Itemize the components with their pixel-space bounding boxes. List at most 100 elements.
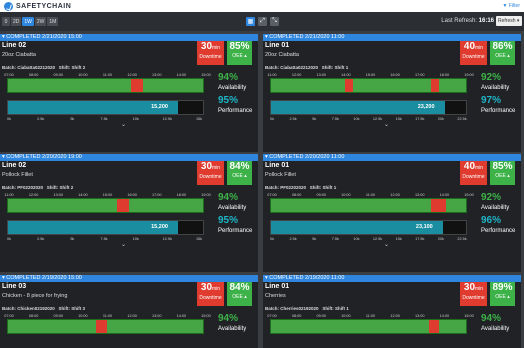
hour-tick: 14:00 xyxy=(78,193,88,197)
count-tick: 20k xyxy=(437,117,444,121)
chevron-down-icon[interactable]: ⌄ xyxy=(121,241,126,248)
card-status-bar: ▾ COMPLETED 2/19/2020 11:00 xyxy=(263,275,521,282)
downtime-segment[interactable] xyxy=(130,79,143,92)
range-button-1m[interactable]: 1M xyxy=(47,17,59,26)
card-status-bar: ▾ COMPLETED 2/21/2020 15:00 xyxy=(0,34,258,41)
count-tick: 0k xyxy=(6,117,12,121)
production-card[interactable]: ▾ COMPLETED 2/21/2020 11:00 Line 01 20oz C… xyxy=(263,34,521,152)
downtime-value: 30min xyxy=(197,282,224,295)
hour-tick: 13:00 xyxy=(151,73,162,77)
downtime-segment[interactable] xyxy=(430,199,447,212)
hour-tick: 10:00 xyxy=(78,314,88,318)
oee-tile[interactable]: 84% OEE ▴ xyxy=(227,282,252,306)
shift-name: Shift: Shift 1 xyxy=(309,185,337,190)
card-status: COMPLETED 2/21/2020 11:00 xyxy=(269,34,345,40)
availability-value: 92% xyxy=(481,192,502,203)
hour-tick: 09:00 xyxy=(53,314,64,318)
batch-id: Batch: Cherries02192020 xyxy=(265,306,319,311)
hour-tick: 10:00 xyxy=(341,193,351,197)
hour-tick: 11:00 xyxy=(102,314,113,318)
availability-label: Availability xyxy=(218,326,247,332)
range-button-2w[interactable]: 2W xyxy=(34,17,47,26)
batch-info: Batch: Chicken02192020 Shift: Shift 3 xyxy=(2,306,85,311)
downtime-tile[interactable]: 30min Downtime xyxy=(197,161,224,185)
hour-tick: 08:00 xyxy=(28,73,39,77)
count-tick: 12.5k xyxy=(162,237,172,241)
count-tick: 10k xyxy=(353,117,360,121)
production-card[interactable]: ▾ COMPLETED 2/19/2020 15:00 Line 03 Chicke… xyxy=(0,275,258,348)
count-tick: 17.5k xyxy=(415,117,425,121)
oee-tile[interactable]: 89% OEE ▴ xyxy=(490,282,515,306)
logo: SAFETYCHAIN xyxy=(4,1,71,11)
chevron-down-icon[interactable]: ⌄ xyxy=(384,241,389,248)
product-name: 20oz Ciabatta xyxy=(2,52,36,58)
fullscreen-icon[interactable]: ⤡ xyxy=(270,17,279,26)
downtime-unit: min xyxy=(475,45,484,51)
grid-view-icon[interactable]: ▦ xyxy=(246,17,255,26)
oee-value: 85% xyxy=(229,41,250,52)
downtime-number: 40 xyxy=(463,161,476,172)
count-tick: 5k xyxy=(70,117,75,121)
downtime-unit: min xyxy=(212,165,221,171)
downtime-number: 30 xyxy=(200,282,213,293)
performance-count: 15,200 xyxy=(151,224,168,230)
production-card[interactable]: ▾ COMPLETED 2/21/2020 15:00 Line 02 20oz C… xyxy=(0,34,258,152)
chevron-down-icon[interactable]: ⌄ xyxy=(384,121,389,128)
hour-tick: 18:00 xyxy=(439,73,450,77)
oee-tile[interactable]: 84% OEE ▴ xyxy=(227,161,252,185)
downtime-tile[interactable]: 30min Downtime xyxy=(460,282,487,306)
count-tick: 0k xyxy=(6,237,12,241)
performance-count: 23,200 xyxy=(417,104,435,110)
expand-icon[interactable]: ⤢ xyxy=(258,17,267,26)
range-button-0[interactable]: 0 xyxy=(2,17,10,26)
downtime-label: Downtime xyxy=(199,295,222,301)
count-tick: 5k xyxy=(312,117,317,121)
filter-label: Filter xyxy=(508,3,520,9)
range-button-2d[interactable]: 2D xyxy=(11,17,22,26)
oee-tile[interactable]: 86% OEE ▴ xyxy=(490,41,515,65)
performance-count: 15,200 xyxy=(151,104,168,110)
shift-name: Shift: Shift 3 xyxy=(58,306,86,311)
chevron-down-icon[interactable]: ⌄ xyxy=(121,121,126,128)
downtime-tile[interactable]: 40min Downtime xyxy=(460,41,487,65)
performance-label: Performance xyxy=(218,228,253,234)
downtime-tile[interactable]: 40min Downtime xyxy=(460,161,487,185)
count-tick: 2.5k xyxy=(289,237,297,241)
filter-button[interactable]: ▼ Filter xyxy=(503,3,520,9)
hour-tick: 07:00 xyxy=(267,314,277,318)
production-card[interactable]: ▾ COMPLETED 2/20/2020 11:00 Line 01 Polloc… xyxy=(263,154,521,272)
downtime-tile[interactable]: 30min Downtime xyxy=(197,41,224,65)
downtime-tile[interactable]: 30min Downtime xyxy=(197,282,224,306)
oee-tile[interactable]: 85% OEE ▴ xyxy=(227,41,252,65)
last-refresh: Last Refresh: 16:16 xyxy=(441,18,494,24)
performance-bar: 15,200 xyxy=(7,100,204,115)
count-tick: 5k xyxy=(70,237,75,241)
downtime-segment[interactable] xyxy=(430,79,439,92)
count-tick: 7.5k xyxy=(100,237,108,241)
downtime-segment[interactable] xyxy=(117,199,129,212)
performance-count: 23,100 xyxy=(415,224,433,230)
oee-label: OEE ▴ xyxy=(232,294,247,300)
oee-tile[interactable]: 85% OEE ▴ xyxy=(490,161,515,185)
refresh-select[interactable]: Refresh ▾ xyxy=(496,16,522,26)
line-name: Line 03 xyxy=(2,283,27,290)
downtime-segment[interactable] xyxy=(428,320,439,333)
count-tick: 5k xyxy=(312,237,317,241)
downtime-segment[interactable] xyxy=(95,320,108,333)
production-card[interactable]: ▾ COMPLETED 2/19/2020 11:00 Line 01 Cherri… xyxy=(263,275,521,348)
downtime-segment[interactable] xyxy=(345,79,353,92)
production-card[interactable]: ▾ COMPLETED 2/20/2020 19:00 Line 02 Polloc… xyxy=(0,154,258,272)
hour-tick: 08:00 xyxy=(291,193,302,197)
hour-tick: 11:00 xyxy=(365,193,376,197)
hour-tick: 12:00 xyxy=(291,73,302,77)
downtime-value: 30min xyxy=(197,161,224,174)
downtime-unit: min xyxy=(212,286,221,292)
count-tick: 10k xyxy=(132,237,139,241)
column-divider xyxy=(261,31,262,348)
hour-tick: 11:00 xyxy=(4,193,14,197)
hour-tick: 17:00 xyxy=(151,193,162,197)
batch-info: Batch: PF02202020 Shift: Shift 2 xyxy=(2,185,73,190)
range-button-1w[interactable]: 1W xyxy=(22,17,34,26)
hour-tick: 14:00 xyxy=(176,314,187,318)
shift-name: Shift: Shift 2 xyxy=(46,185,74,190)
